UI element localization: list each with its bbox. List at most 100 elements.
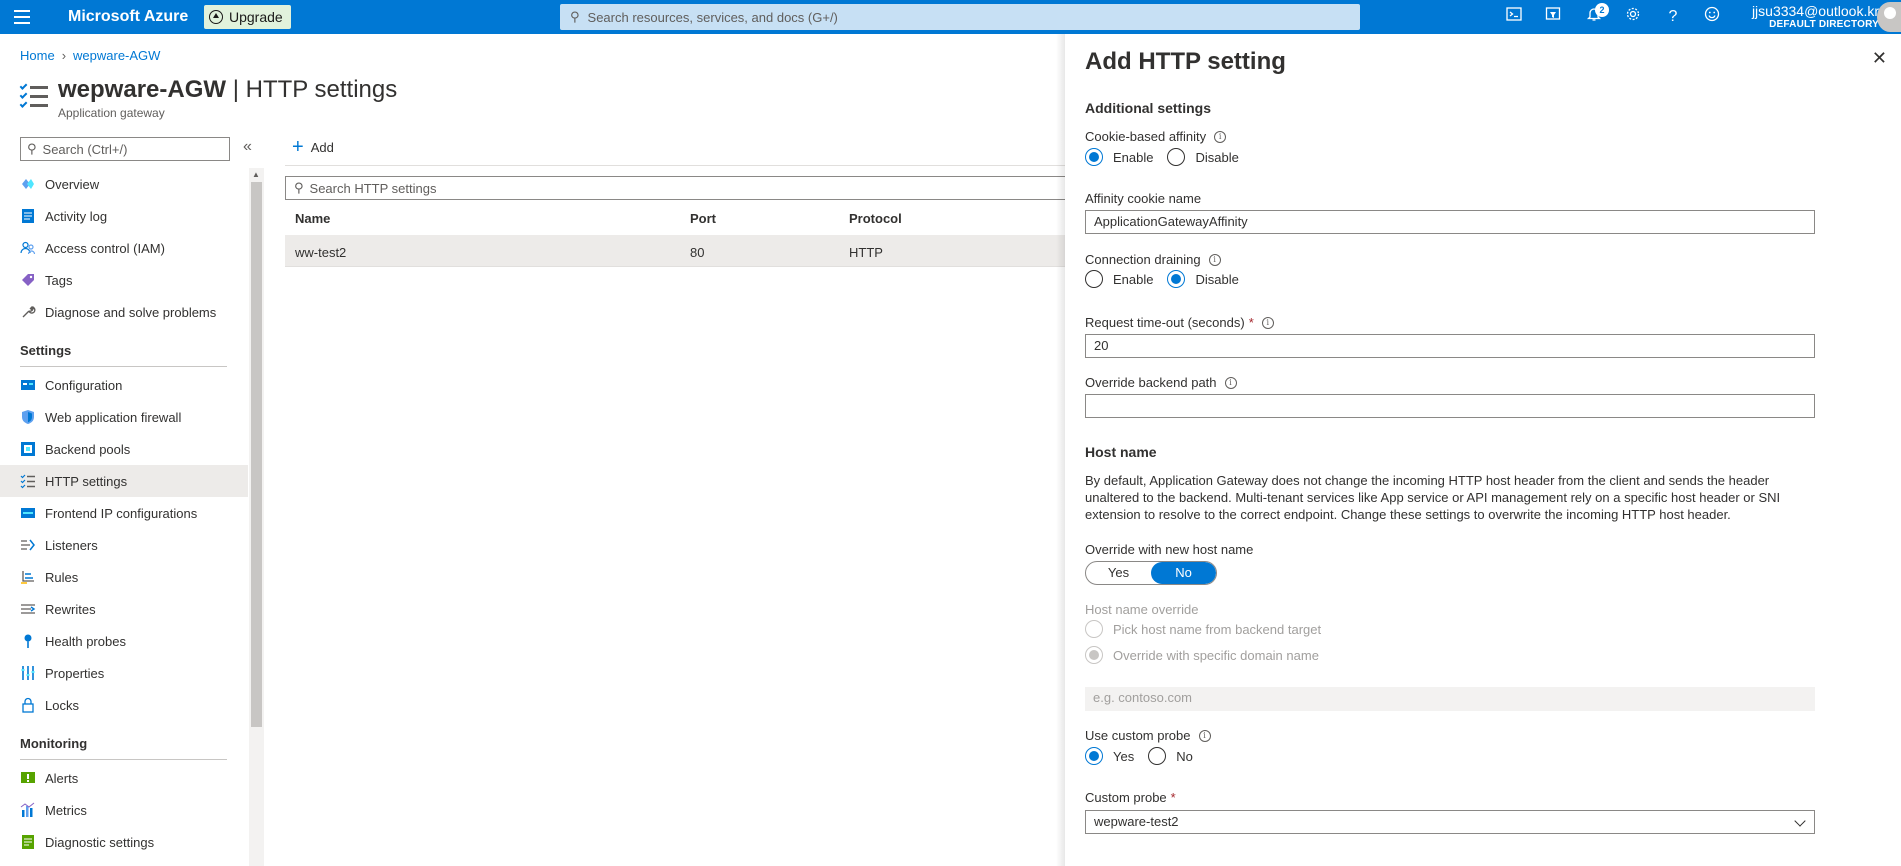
- avatar[interactable]: [1877, 2, 1901, 32]
- scroll-up-arrow-icon[interactable]: ▲: [252, 170, 260, 179]
- custom-probe-dropdown[interactable]: wepware-test2: [1085, 810, 1815, 834]
- feedback-smiley-icon[interactable]: [1700, 6, 1724, 28]
- nav-item-label: Diagnose and solve problems: [45, 304, 217, 320]
- search-icon: ⚲: [570, 9, 580, 24]
- info-icon[interactable]: i: [1208, 253, 1221, 266]
- cloud-shell-icon[interactable]: [1502, 6, 1526, 28]
- nav-item-metrics[interactable]: Metrics: [0, 794, 248, 826]
- nav-item-http-settings[interactable]: HTTP settings: [0, 465, 248, 497]
- custom-probe-yes-radio[interactable]: [1085, 747, 1103, 765]
- alerts-icon: [20, 770, 36, 786]
- nav-item-locks[interactable]: Locks: [0, 689, 248, 721]
- nav-item-label: Configuration: [45, 377, 123, 393]
- request-timeout-input[interactable]: 20: [1085, 334, 1815, 358]
- nav-item-properties[interactable]: Properties: [0, 657, 248, 689]
- info-icon[interactable]: i: [1224, 376, 1237, 389]
- account-menu[interactable]: jjsu3334@outlook.kr DEFAULT DIRECTORY: [1752, 3, 1879, 31]
- nav-item-label: Rules: [45, 569, 79, 585]
- cell-name[interactable]: ww-test2: [295, 245, 346, 260]
- page-title: wepware-AGW | HTTP settings: [58, 76, 398, 103]
- nav-item-listeners[interactable]: Listeners: [0, 529, 248, 561]
- nav-item-access-control[interactable]: Access control (IAM): [0, 232, 248, 264]
- settings-gear-icon[interactable]: [1621, 6, 1645, 28]
- nav-item-activity-log[interactable]: Activity log: [0, 200, 248, 232]
- nav-item-alerts[interactable]: Alerts: [0, 762, 248, 794]
- directory-filter-icon[interactable]: [1541, 6, 1565, 28]
- nav-divider: [20, 366, 227, 367]
- pane-title: Add HTTP setting: [1085, 48, 1286, 75]
- custom-probe-no-radio[interactable]: [1148, 747, 1167, 765]
- table-row[interactable]: [285, 235, 1065, 267]
- breadcrumb-resource-link[interactable]: wepware-AGW: [73, 48, 160, 63]
- column-header-port[interactable]: Port: [690, 211, 716, 226]
- nav-item-label: Web application firewall: [45, 409, 182, 425]
- info-icon[interactable]: i: [1198, 729, 1211, 742]
- custom-probe-selected: wepware-test2: [1094, 814, 1179, 829]
- pick-host-radio[interactable]: [1085, 620, 1103, 638]
- collapse-nav-icon[interactable]: «: [243, 138, 252, 156]
- cookie-affinity-enable-radio[interactable]: [1085, 148, 1103, 166]
- notifications-badge: 2: [1595, 3, 1609, 17]
- nav-group-monitoring: Monitoring: [20, 736, 88, 751]
- global-search-input[interactable]: ⚲ Search resources, services, and docs (…: [560, 4, 1360, 30]
- notifications-bell-icon[interactable]: 2: [1582, 3, 1609, 28]
- user-email: jjsu3334@outlook.kr: [1751, 3, 1879, 19]
- nav-item-label: Frontend IP configurations: [45, 505, 198, 521]
- required-asterisk: *: [1248, 315, 1254, 330]
- nav-item-overview[interactable]: Overview: [0, 168, 248, 200]
- nav-item-health-probes[interactable]: Health probes: [0, 625, 248, 657]
- nav-item-configuration[interactable]: Configuration: [0, 369, 248, 401]
- column-header-protocol[interactable]: Protocol: [849, 211, 902, 226]
- nav-item-waf[interactable]: Web application firewall: [0, 401, 248, 433]
- hamburger-menu-icon[interactable]: [14, 10, 30, 24]
- nav-item-backend-pools[interactable]: Backend pools: [0, 433, 248, 465]
- nav-item-diagnostic-settings[interactable]: Diagnostic settings: [0, 826, 248, 858]
- connection-draining-enable-radio[interactable]: [1085, 270, 1103, 288]
- nav-item-label: Access control (IAM): [45, 240, 165, 256]
- info-icon[interactable]: i: [1214, 130, 1227, 143]
- cookie-affinity-disable-radio[interactable]: [1167, 148, 1186, 166]
- request-timeout-label: Request time-out (seconds) * i: [1085, 315, 1274, 330]
- override-host-toggle[interactable]: Yes No: [1085, 561, 1217, 585]
- connection-draining-label: Connection draining i: [1085, 252, 1221, 267]
- nav-scrollbar-thumb[interactable]: [251, 182, 262, 727]
- radio-label: Enable: [1113, 149, 1154, 165]
- override-domain-radio[interactable]: [1085, 646, 1103, 664]
- toggle-yes[interactable]: Yes: [1086, 562, 1151, 584]
- breadcrumb-home-link[interactable]: Home: [20, 48, 55, 63]
- http-settings-search-placeholder: Search HTTP settings: [309, 180, 437, 196]
- nav-item-label: Metrics: [45, 802, 87, 818]
- lock-icon: [20, 697, 36, 713]
- help-question-icon[interactable]: ?: [1661, 6, 1685, 28]
- nav-search-input[interactable]: ⚲ Search (Ctrl+/): [20, 137, 230, 161]
- override-backend-path-input[interactable]: [1085, 394, 1815, 418]
- upgrade-button[interactable]: Upgrade: [204, 5, 291, 29]
- radio-label: No: [1176, 748, 1193, 764]
- http-settings-search-input[interactable]: ⚲ Search HTTP settings: [285, 176, 1065, 200]
- diagnostic-settings-icon: [20, 834, 36, 850]
- host-name-description: By default, Application Gateway does not…: [1085, 473, 1781, 522]
- radio-label: Pick host name from backend target: [1113, 621, 1322, 637]
- nav-item-frontend-ip[interactable]: Frontend IP configurations: [0, 497, 248, 529]
- domain-name-input[interactable]: e.g. contoso.com: [1085, 687, 1815, 711]
- nav-item-tags[interactable]: Tags: [0, 264, 248, 296]
- backend-pool-icon: [20, 441, 36, 457]
- close-icon[interactable]: ✕: [1872, 48, 1887, 69]
- toolbar-divider: [285, 165, 1065, 166]
- info-icon[interactable]: i: [1261, 316, 1274, 329]
- connection-draining-disable-radio[interactable]: [1167, 270, 1186, 288]
- cell-port: 80: [690, 245, 705, 260]
- affinity-cookie-name-input[interactable]: ApplicationGatewayAffinity: [1085, 210, 1815, 234]
- column-header-name[interactable]: Name: [295, 211, 330, 226]
- toggle-no[interactable]: No: [1151, 562, 1216, 584]
- brand-link[interactable]: Microsoft Azure: [68, 8, 188, 26]
- user-directory: DEFAULT DIRECTORY: [1769, 19, 1879, 30]
- radio-label: Disable: [1195, 149, 1239, 165]
- nav-item-rewrites[interactable]: Rewrites: [0, 593, 248, 625]
- activity-log-icon: [20, 208, 36, 224]
- add-button[interactable]: + Add: [292, 137, 334, 157]
- nav-item-label: Backend pools: [45, 441, 131, 457]
- nav-item-diagnose[interactable]: Diagnose and solve problems: [0, 296, 248, 328]
- nav-item-rules[interactable]: Rules: [0, 561, 248, 593]
- breadcrumb-chevron-icon: ›: [61, 48, 67, 63]
